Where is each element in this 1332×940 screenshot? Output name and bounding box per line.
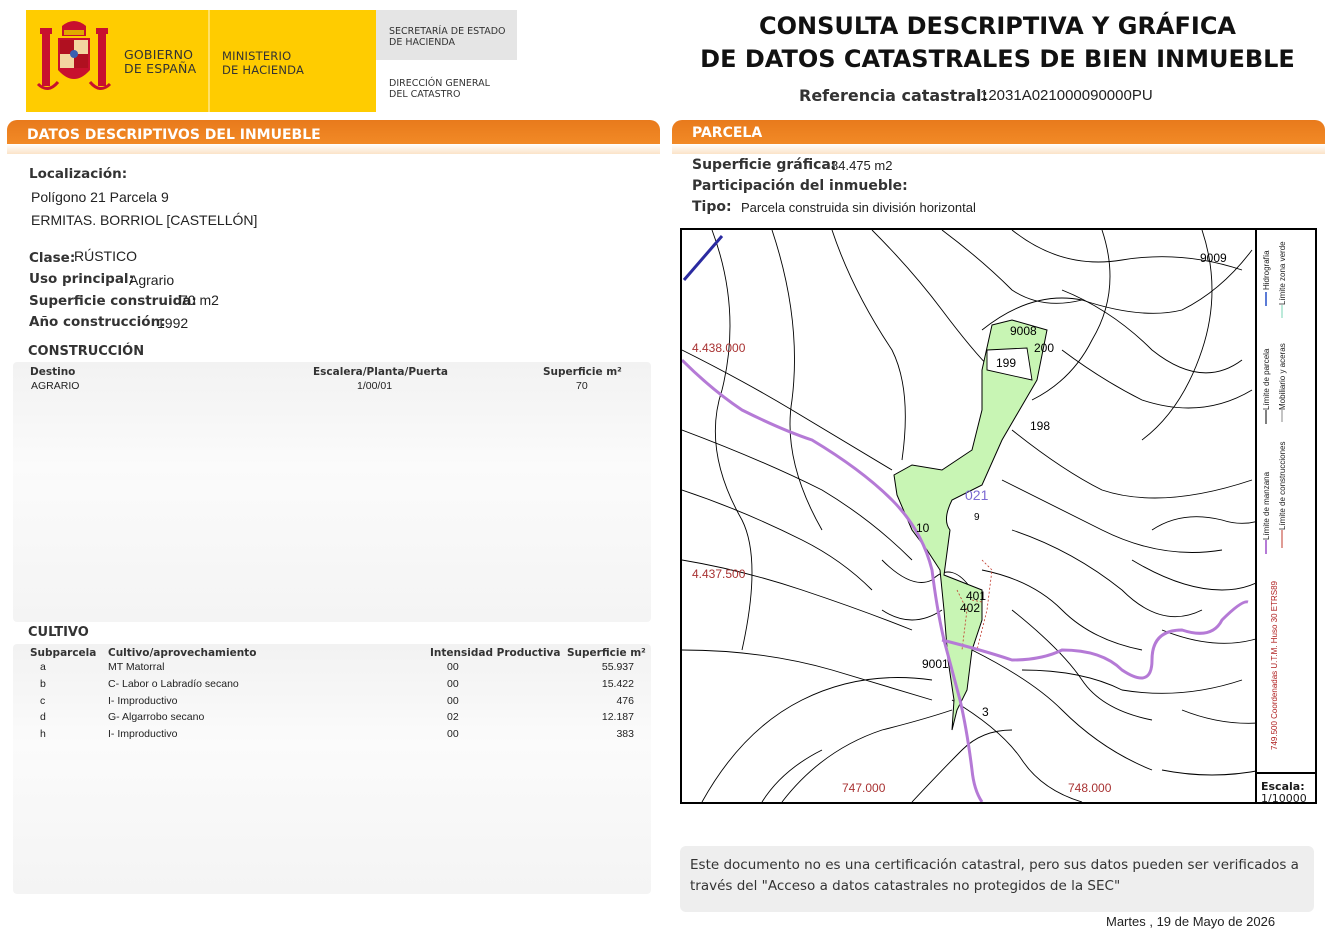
ref-catastral-label: Referencia catastral: xyxy=(799,86,988,105)
localizacion-line1: Polígono 21 Parcela 9 xyxy=(31,189,169,205)
cell-escalera: 1/00/01 xyxy=(357,380,393,392)
section-title: PARCELA xyxy=(692,125,763,141)
polygon-label: 021 xyxy=(965,487,989,503)
cell-superficie: 476 xyxy=(616,695,634,707)
parcel-label: 9001 xyxy=(922,657,949,671)
construccion-title: CONSTRUCCIÓN xyxy=(28,344,145,359)
uso-value: Agrario xyxy=(129,272,175,288)
coordinate-label: 4.437.500 xyxy=(692,567,746,581)
cell-intensidad: 00 xyxy=(447,728,459,740)
legend-item: Hidrografía xyxy=(1262,250,1271,290)
map-canvas: 4.438.000 4.437.500 747.000 748.000 9009… xyxy=(682,230,1315,802)
cell-subparcela: a xyxy=(40,661,46,673)
cell-cultivo: G- Algarrobo secano xyxy=(108,711,205,723)
column-header: Intensidad Productiva xyxy=(430,647,561,659)
escala-value: 1/10000 xyxy=(1261,792,1307,805)
disclaimer-note: Este documento no es una certificación c… xyxy=(680,846,1314,912)
ministerio-label: MINISTERIO DE HACIENDA xyxy=(222,49,305,77)
anio-value: 1992 xyxy=(157,315,189,331)
gobierno-label: GOBIERNO DE ESPAÑA xyxy=(124,47,197,76)
parcel-label: 9009 xyxy=(1200,251,1227,265)
cell-destino: AGRARIO xyxy=(31,380,80,392)
parcel-label: 402 xyxy=(960,601,980,615)
superficie-grafica-label: Superficie gráfica: xyxy=(692,157,837,173)
cell-superficie: 383 xyxy=(616,728,634,740)
legend-item: Límite de construcciones xyxy=(1278,442,1287,531)
coordinate-system-label: 749.500 Coordenadas U.T.M. Huso 30 ETRS8… xyxy=(1270,580,1279,750)
participacion-label: Participación del inmueble: xyxy=(692,178,908,194)
cell-intensidad: 00 xyxy=(447,661,459,673)
cell-intensidad: 00 xyxy=(447,678,459,690)
uso-label: Uso principal: xyxy=(29,271,134,287)
cell-cultivo: MT Matorral xyxy=(108,661,165,673)
superficie-label: Superficie construida: xyxy=(29,293,197,309)
cell-superficie: 70 xyxy=(576,380,588,392)
column-header: Superficie m² xyxy=(567,647,646,659)
parcel-label: 3 xyxy=(982,705,989,719)
parcel-label: 200 xyxy=(1034,341,1054,355)
column-header: Superficie m² xyxy=(543,366,622,378)
cell-cultivo: I- Improductivo xyxy=(108,728,178,740)
column-header: Escalera/Planta/Puerta xyxy=(313,366,448,378)
cell-cultivo: C- Labor o Labradío secano xyxy=(108,678,239,690)
column-header: Cultivo/aprovechamiento xyxy=(108,647,257,659)
cadastral-map[interactable]: 4.438.000 4.437.500 747.000 748.000 9009… xyxy=(680,228,1317,804)
cultivo-title: CULTIVO xyxy=(28,625,89,640)
cell-subparcela: d xyxy=(40,711,46,723)
parcel-label: 9 xyxy=(974,512,980,523)
coat-of-arms-icon xyxy=(36,21,112,90)
cell-superficie: 55.937 xyxy=(601,661,634,673)
map-legend: Límite de manzana Límite de parcela Hidr… xyxy=(1226,230,1315,772)
clase-value: RÚSTICO xyxy=(74,248,137,264)
cell-intensidad: 02 xyxy=(447,711,459,723)
tipo-label: Tipo: xyxy=(692,199,732,215)
parcel-label: 199 xyxy=(996,356,1016,370)
coordinate-label: 4.438.000 xyxy=(692,341,746,355)
page-title: CONSULTA DESCRIPTIVA Y GRÁFICA DE DATOS … xyxy=(700,12,1295,73)
parcel-label: 198 xyxy=(1030,419,1050,433)
superficie-value: 70 m2 xyxy=(180,292,219,308)
section-title: DATOS DESCRIPTIVOS DEL INMUEBLE xyxy=(27,127,321,143)
legend-canvas: Límite de manzana Límite de parcela Hidr… xyxy=(1226,241,1287,750)
document-date: Martes , 19 de Mayo de 2026 xyxy=(1106,914,1276,929)
cell-superficie: 12.187 xyxy=(601,711,634,723)
section-header-descriptivos: DATOS DESCRIPTIVOS DEL INMUEBLE xyxy=(7,120,660,154)
tipo-value: Parcela construida sin división horizont… xyxy=(741,200,976,215)
column-header: Subparcela xyxy=(30,647,97,659)
scale-box: Escala: 1/10000 xyxy=(1255,772,1315,805)
legend-item: Mobiliario y aceras xyxy=(1278,343,1287,410)
secretaria-label: SECRETARÍA DE ESTADO DE HACIENDA xyxy=(389,26,506,48)
clase-label: Clase: xyxy=(29,250,76,266)
section-header-parcela: PARCELA xyxy=(672,120,1325,154)
superficie-grafica-value: 84.475 m2 xyxy=(831,158,893,173)
cell-subparcela: c xyxy=(40,695,46,707)
construccion-panel xyxy=(13,362,651,622)
legend-item: Límite zona verde xyxy=(1278,241,1287,305)
cell-subparcela: h xyxy=(40,728,46,740)
cell-cultivo: I- Improductivo xyxy=(108,695,178,707)
ref-catastral-value: 12031A021000090000PU xyxy=(980,87,1153,104)
parcel-label: 9008 xyxy=(1010,324,1037,338)
coordinate-label: 748.000 xyxy=(1068,781,1112,795)
logo-divider xyxy=(208,10,210,112)
legend-item: Límite de parcela xyxy=(1262,348,1271,410)
cell-intensidad: 00 xyxy=(447,695,459,707)
cell-subparcela: b xyxy=(40,678,46,690)
anio-label: Año construcción: xyxy=(29,314,166,330)
parcel-label: 10 xyxy=(916,521,930,535)
legend-item: Límite de manzana xyxy=(1262,471,1271,540)
direccion-label: DIRECCIÓN GENERAL DEL CATASTRO xyxy=(389,78,490,100)
localizacion-line2: ERMITAS. BORRIOL [CASTELLÓN] xyxy=(31,212,258,228)
column-header: Destino xyxy=(30,366,76,378)
coordinate-label: 747.000 xyxy=(842,781,886,795)
hydrography-line xyxy=(682,235,724,281)
localizacion-label: Localización: xyxy=(29,166,128,182)
cell-superficie: 15.422 xyxy=(601,678,634,690)
